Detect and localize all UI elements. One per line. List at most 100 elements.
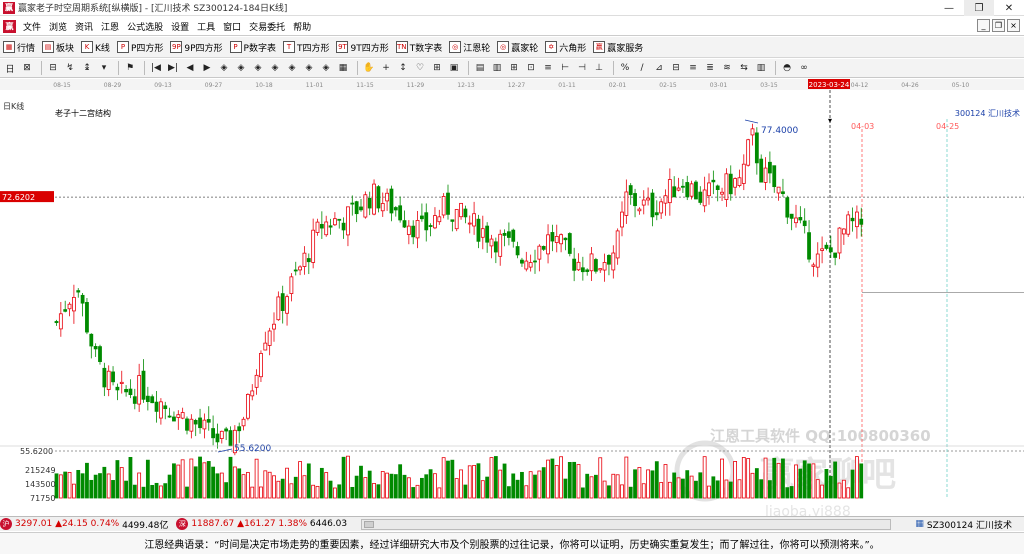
drawing-tool-icon-8[interactable]: ▶| — [166, 61, 180, 75]
menu-settings[interactable]: 设置 — [167, 20, 193, 33]
toolbar-item-2[interactable]: K K线 — [81, 41, 110, 54]
restore-button[interactable]: ❐ — [964, 0, 994, 16]
candle-body — [289, 276, 294, 294]
drawing-tool-icon-5[interactable]: ▾ — [97, 61, 111, 75]
toolbar-item-label: P四方形 — [130, 43, 164, 54]
drawing-tool-icon-2[interactable]: ⊟ — [46, 61, 60, 75]
drawing-tool-icon-1[interactable]: ⊠ — [20, 61, 34, 75]
drawing-tool-icon-26[interactable]: ▥ — [490, 61, 504, 75]
menu-file[interactable]: 文件 — [19, 20, 45, 33]
drawing-tool-icon-42[interactable]: ◓ — [780, 61, 794, 75]
candle-body — [389, 188, 394, 214]
drawing-tool-icon-18[interactable]: ▦ — [336, 61, 350, 75]
kline-chart-svg[interactable]: 08-15 08-29 09-13 09-27 10-18 11-01 11-15 11-29… — [0, 79, 1024, 516]
toolbar-separator — [613, 61, 614, 75]
drawing-tool-icon-33[interactable]: % — [618, 61, 632, 75]
toolbar-item-6[interactable]: T T四方形 — [282, 41, 329, 54]
toolbar-item-8[interactable]: TN T数字表 — [395, 41, 442, 54]
scrollbar-thumb[interactable] — [364, 520, 375, 528]
toolbar-item-icon: 赢 — [593, 41, 606, 53]
drawing-tool-icon-0[interactable]: 日 — [3, 61, 17, 75]
menu-window[interactable]: 窗口 — [219, 20, 245, 33]
drawing-tool-icon-39[interactable]: ≋ — [720, 61, 734, 75]
candle-body — [546, 234, 550, 255]
drawing-tool-icon-22[interactable]: ♡ — [413, 61, 427, 75]
drawing-tool-icon-36[interactable]: ⊟ — [669, 61, 683, 75]
drawing-tool-icon-27[interactable]: ⊞ — [507, 61, 521, 75]
menu-help[interactable]: 帮助 — [289, 20, 315, 33]
volume-bar — [372, 482, 376, 499]
toolbar-item-icon: K — [81, 41, 94, 53]
toolbar-item-9[interactable]: ◎ 江恩轮 — [449, 41, 490, 54]
menu-browse[interactable]: 浏览 — [45, 20, 71, 33]
drawing-tool-icon-23[interactable]: ⊞ — [430, 61, 444, 75]
window-controls: — ❐ ✕ — [934, 0, 1024, 16]
drawing-tool-icon-3[interactable]: ↯ — [63, 61, 77, 75]
drawing-tool-icon-43[interactable]: ∞ — [797, 61, 811, 75]
drawing-tool-icon-35[interactable]: ⊿ — [652, 61, 666, 75]
drawing-tool-icon-20[interactable]: + — [379, 61, 393, 75]
volume-bar — [672, 472, 677, 499]
drawing-tool-icon-9[interactable]: ◀ — [183, 61, 197, 75]
drawing-tool-icon-7[interactable]: |◀ — [149, 61, 163, 75]
drawing-tool-icon-11[interactable]: ◈ — [217, 61, 231, 75]
drawing-tool-icon-38[interactable]: ≣ — [703, 61, 717, 75]
toolbar-item-5[interactable]: P P数字表 — [229, 41, 276, 54]
drawing-tool-icon-16[interactable]: ◈ — [302, 61, 316, 75]
drawing-tool-icon-30[interactable]: ⊢ — [558, 61, 572, 75]
toolbar-item-3[interactable]: P P四方形 — [116, 41, 164, 54]
volume-bar — [211, 466, 216, 499]
drawing-tool-icon-28[interactable]: ⊡ — [524, 61, 538, 75]
volume-bar — [841, 479, 846, 499]
chart-scrollbar[interactable] — [361, 518, 892, 530]
drawing-tool-icon-14[interactable]: ◈ — [268, 61, 282, 75]
menu-tools[interactable]: 工具 — [193, 20, 219, 33]
toolbar-item-4[interactable]: 9P 9P四方形 — [170, 41, 223, 54]
menu-app-icon[interactable]: 赢 — [3, 19, 16, 33]
toolbar-item-1[interactable]: ▤ 板块 — [42, 41, 74, 54]
drawing-tool-icon-17[interactable]: ◈ — [319, 61, 333, 75]
drawing-tool-icon-21[interactable]: ↕ — [396, 61, 410, 75]
volume-bar — [563, 478, 568, 499]
sz-index-segment[interactable]: 深 11887.67 ▲161.27 1.38% 6446.03 — [176, 518, 347, 530]
drawing-tool-icon-15[interactable]: ◈ — [285, 61, 299, 75]
current-stock[interactable]: ▦ SZ300124 汇川技术 — [915, 518, 1012, 531]
drawing-tool-icon-13[interactable]: ◈ — [251, 61, 265, 75]
menu-info[interactable]: 资讯 — [71, 20, 97, 33]
drawing-tool-icon-12[interactable]: ◈ — [234, 61, 248, 75]
toolbar-item-0[interactable]: ▦ 行情 — [3, 41, 35, 54]
menu-trade[interactable]: 交易委托 — [245, 20, 289, 33]
drawing-tool-icon-4[interactable]: ↨ — [80, 61, 94, 75]
toolbar-item-12[interactable]: 赢赢家服务 — [593, 41, 643, 54]
volume-bar — [580, 487, 585, 499]
minimize-button[interactable]: — — [934, 0, 964, 16]
mdi-minimize-button[interactable]: _ — [977, 19, 990, 32]
menu-formula-select[interactable]: 公式选股 — [123, 20, 167, 33]
drawing-tool-icon-31[interactable]: ⊣ — [575, 61, 589, 75]
drawing-tool-icon-25[interactable]: ▤ — [473, 61, 487, 75]
mdi-close-button[interactable]: × — [1007, 19, 1020, 32]
drawing-tool-icon-29[interactable]: ≡ — [541, 61, 555, 75]
drawing-tool-icon-32[interactable]: ⊥ — [592, 61, 606, 75]
toolbar-item-label: 赢家轮 — [511, 43, 539, 54]
close-button[interactable]: ✕ — [994, 0, 1024, 16]
kline-chart[interactable]: 08-15 08-29 09-13 09-27 10-18 11-01 11-15 11-29… — [0, 79, 1024, 516]
drawing-tool-icon-6[interactable]: ⚑ — [123, 61, 137, 75]
drawing-tool-icon-37[interactable]: ≡ — [686, 61, 700, 75]
drawing-tool-icon-34[interactable]: ∕ — [635, 61, 649, 75]
volume-bar — [694, 480, 698, 499]
candle-body — [646, 197, 650, 201]
menu-gann[interactable]: 江恩 — [97, 20, 123, 33]
toolbar-item-7[interactable]: 9T 9T四方形 — [336, 41, 389, 54]
volume-bar — [550, 458, 555, 499]
drawing-tool-icon-24[interactable]: ▣ — [447, 61, 461, 75]
sh-index-segment[interactable]: 沪 3297.01 ▲24.15 0.74% 4499.48亿 — [0, 518, 168, 531]
mdi-restore-button[interactable]: ❐ — [992, 19, 1005, 32]
stock-label: 300124 汇川技术 — [955, 108, 1020, 118]
drawing-tool-icon-19[interactable]: ✋ — [362, 61, 376, 75]
drawing-tool-icon-10[interactable]: ▶ — [200, 61, 214, 75]
toolbar-item-11[interactable]: ✡ 六角形 — [545, 41, 586, 54]
drawing-tool-icon-40[interactable]: ⇆ — [737, 61, 751, 75]
toolbar-item-10[interactable]: ◎ 赢家轮 — [497, 41, 538, 54]
drawing-tool-icon-41[interactable]: ▥ — [754, 61, 768, 75]
